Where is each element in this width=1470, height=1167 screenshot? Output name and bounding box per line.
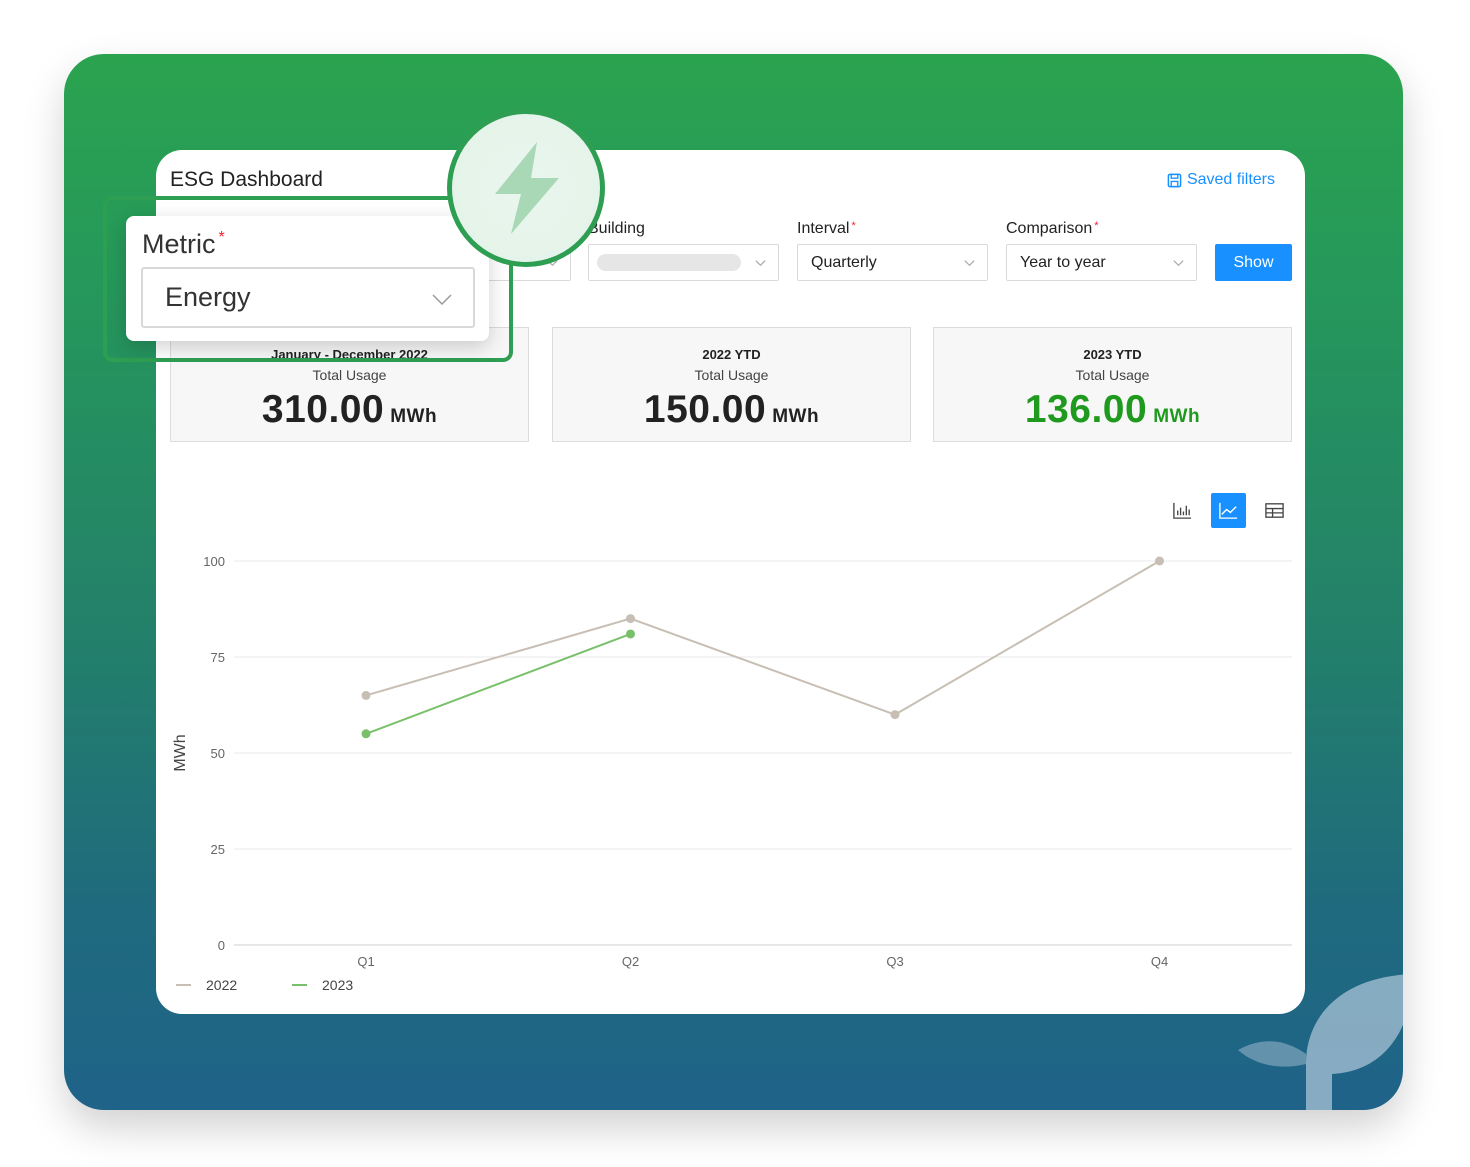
data-point-2022: [361, 690, 371, 700]
stat-period: 2023 YTD: [1083, 347, 1142, 362]
save-icon: [1167, 173, 1182, 187]
x-tick-label: Q4: [1151, 954, 1168, 969]
x-tick-label: Q2: [622, 954, 639, 969]
chevron-down-icon: [964, 260, 975, 267]
stat-label: Total Usage: [1075, 367, 1150, 383]
building-placeholder: [597, 254, 741, 271]
y-tick-label: 50: [211, 746, 225, 761]
comparison-value: Year to year: [1020, 253, 1106, 271]
data-point-2023: [361, 729, 371, 739]
data-point-2022: [1155, 556, 1164, 566]
data-point-2022: [890, 710, 900, 720]
table-toggle[interactable]: [1257, 493, 1292, 528]
interval-label: Interval *: [797, 220, 856, 237]
y-tick-label: 25: [211, 842, 225, 857]
legend-label-2023: 2023: [322, 977, 353, 993]
chevron-down-icon: [1173, 260, 1184, 267]
stat-value: 136.00 MWh: [1024, 388, 1201, 431]
legend-label-2022: 2022: [206, 977, 237, 993]
lightning-bolt-icon: [495, 142, 559, 234]
stat-label: Total Usage: [312, 367, 387, 383]
y-tick-label: 75: [211, 650, 225, 665]
energy-badge: [447, 109, 605, 267]
y-axis-label: MWh: [172, 734, 189, 771]
comparison-select[interactable]: Year to year: [1006, 244, 1197, 281]
required-mark: *: [1094, 220, 1099, 232]
x-tick-label: Q1: [357, 954, 374, 969]
table-icon: [1265, 503, 1284, 518]
show-button[interactable]: Show: [1215, 244, 1292, 281]
line-chart-toggle[interactable]: [1211, 493, 1246, 528]
page-title: ESG Dashboard: [170, 168, 323, 191]
chevron-down-icon: [755, 260, 766, 267]
data-point-2023: [626, 629, 635, 639]
stat-card-2023-ytd: 2023 YTD Total Usage 136.00 MWh: [933, 327, 1292, 442]
interval-value: Quarterly: [811, 253, 877, 271]
stat-value: 150.00 MWh: [643, 388, 820, 431]
data-point-2022: [626, 614, 635, 624]
stat-period: 2022 YTD: [702, 347, 761, 362]
comparison-label: Comparison *: [1006, 220, 1099, 237]
x-tick-label: Q3: [886, 954, 903, 969]
metric-filter-popup: Metric * Energy: [126, 216, 489, 341]
interval-select[interactable]: Quarterly: [797, 244, 988, 281]
saved-filters-label: Saved filters: [1186, 171, 1275, 188]
required-mark: *: [218, 229, 225, 246]
chevron-down-icon: [432, 294, 452, 306]
building-select[interactable]: [588, 244, 779, 281]
metric-value: Energy: [165, 282, 251, 312]
stat-card-2022-ytd: 2022 YTD Total Usage 150.00 MWh: [552, 327, 911, 442]
metric-label: Metric *: [142, 229, 225, 259]
y-tick-label: 100: [203, 554, 225, 569]
y-tick-label: 0: [218, 938, 225, 953]
saved-filters-link[interactable]: Saved filters: [1167, 171, 1275, 189]
bar-chart-toggle[interactable]: [1165, 493, 1200, 528]
line-chart-icon: [1219, 502, 1238, 519]
required-mark: *: [851, 220, 856, 232]
series-line-2022: [365, 560, 1161, 716]
bar-chart-icon: [1173, 502, 1192, 519]
stat-value: 310.00 MWh: [261, 388, 438, 431]
stat-label: Total Usage: [694, 367, 769, 383]
metric-select[interactable]: Energy: [141, 267, 475, 328]
energy-line-chart: 0 25 50 75 100 Q1 Q2 Q3 Q4 MWh 2022 2023: [172, 554, 1292, 993]
